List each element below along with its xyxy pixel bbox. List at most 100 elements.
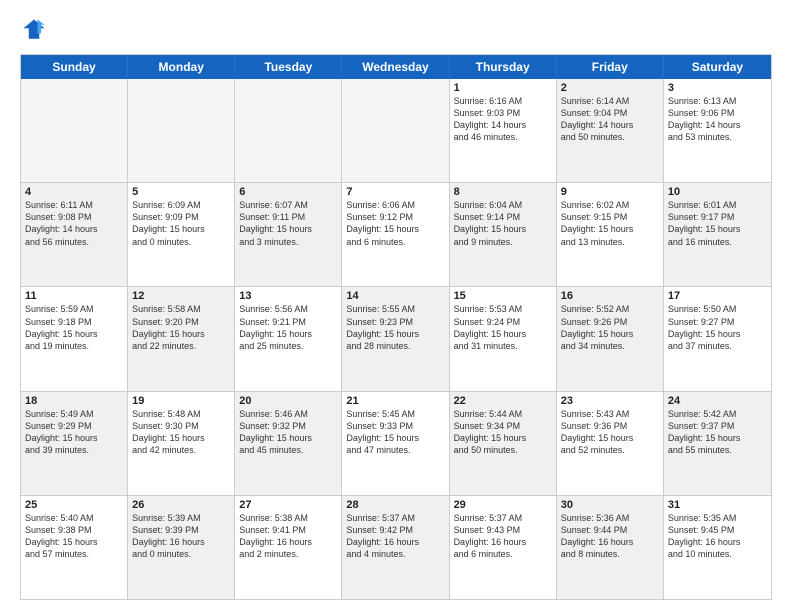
- day-info: Sunrise: 5:56 AM Sunset: 9:21 PM Dayligh…: [239, 303, 337, 352]
- day-cell-12: 12Sunrise: 5:58 AM Sunset: 9:20 PM Dayli…: [128, 287, 235, 390]
- weekday-header-tuesday: Tuesday: [235, 55, 342, 79]
- day-cell-27: 27Sunrise: 5:38 AM Sunset: 9:41 PM Dayli…: [235, 496, 342, 599]
- calendar-row-4: 18Sunrise: 5:49 AM Sunset: 9:29 PM Dayli…: [21, 391, 771, 495]
- day-cell-20: 20Sunrise: 5:46 AM Sunset: 9:32 PM Dayli…: [235, 392, 342, 495]
- day-cell-8: 8Sunrise: 6:04 AM Sunset: 9:14 PM Daylig…: [450, 183, 557, 286]
- day-cell-2: 2Sunrise: 6:14 AM Sunset: 9:04 PM Daylig…: [557, 79, 664, 182]
- day-cell-15: 15Sunrise: 5:53 AM Sunset: 9:24 PM Dayli…: [450, 287, 557, 390]
- day-cell-3: 3Sunrise: 6:13 AM Sunset: 9:06 PM Daylig…: [664, 79, 771, 182]
- day-number: 28: [346, 499, 444, 511]
- day-number: 11: [25, 290, 123, 302]
- weekday-header-saturday: Saturday: [664, 55, 771, 79]
- day-cell-7: 7Sunrise: 6:06 AM Sunset: 9:12 PM Daylig…: [342, 183, 449, 286]
- day-number: 12: [132, 290, 230, 302]
- day-info: Sunrise: 5:42 AM Sunset: 9:37 PM Dayligh…: [668, 408, 767, 457]
- weekday-header-friday: Friday: [557, 55, 664, 79]
- day-number: 31: [668, 499, 767, 511]
- empty-cell-0-1: [128, 79, 235, 182]
- day-info: Sunrise: 5:50 AM Sunset: 9:27 PM Dayligh…: [668, 303, 767, 352]
- page: SundayMondayTuesdayWednesdayThursdayFrid…: [0, 0, 792, 612]
- calendar-row-3: 11Sunrise: 5:59 AM Sunset: 9:18 PM Dayli…: [21, 286, 771, 390]
- day-cell-13: 13Sunrise: 5:56 AM Sunset: 9:21 PM Dayli…: [235, 287, 342, 390]
- weekday-header-sunday: Sunday: [21, 55, 128, 79]
- day-number: 27: [239, 499, 337, 511]
- day-cell-23: 23Sunrise: 5:43 AM Sunset: 9:36 PM Dayli…: [557, 392, 664, 495]
- day-cell-10: 10Sunrise: 6:01 AM Sunset: 9:17 PM Dayli…: [664, 183, 771, 286]
- day-info: Sunrise: 5:58 AM Sunset: 9:20 PM Dayligh…: [132, 303, 230, 352]
- day-info: Sunrise: 5:37 AM Sunset: 9:42 PM Dayligh…: [346, 512, 444, 561]
- day-number: 18: [25, 395, 123, 407]
- empty-cell-0-2: [235, 79, 342, 182]
- day-info: Sunrise: 5:45 AM Sunset: 9:33 PM Dayligh…: [346, 408, 444, 457]
- calendar-body: 1Sunrise: 6:16 AM Sunset: 9:03 PM Daylig…: [21, 79, 771, 599]
- day-number: 26: [132, 499, 230, 511]
- day-info: Sunrise: 5:46 AM Sunset: 9:32 PM Dayligh…: [239, 408, 337, 457]
- day-cell-24: 24Sunrise: 5:42 AM Sunset: 9:37 PM Dayli…: [664, 392, 771, 495]
- day-number: 19: [132, 395, 230, 407]
- day-info: Sunrise: 6:14 AM Sunset: 9:04 PM Dayligh…: [561, 95, 659, 144]
- day-cell-25: 25Sunrise: 5:40 AM Sunset: 9:38 PM Dayli…: [21, 496, 128, 599]
- day-number: 24: [668, 395, 767, 407]
- day-cell-18: 18Sunrise: 5:49 AM Sunset: 9:29 PM Dayli…: [21, 392, 128, 495]
- weekday-header-monday: Monday: [128, 55, 235, 79]
- header: [20, 16, 772, 44]
- day-info: Sunrise: 6:07 AM Sunset: 9:11 PM Dayligh…: [239, 199, 337, 248]
- calendar-row-5: 25Sunrise: 5:40 AM Sunset: 9:38 PM Dayli…: [21, 495, 771, 599]
- day-info: Sunrise: 6:02 AM Sunset: 9:15 PM Dayligh…: [561, 199, 659, 248]
- day-info: Sunrise: 5:44 AM Sunset: 9:34 PM Dayligh…: [454, 408, 552, 457]
- day-info: Sunrise: 6:11 AM Sunset: 9:08 PM Dayligh…: [25, 199, 123, 248]
- day-cell-22: 22Sunrise: 5:44 AM Sunset: 9:34 PM Dayli…: [450, 392, 557, 495]
- empty-cell-0-0: [21, 79, 128, 182]
- day-number: 21: [346, 395, 444, 407]
- day-info: Sunrise: 5:43 AM Sunset: 9:36 PM Dayligh…: [561, 408, 659, 457]
- day-info: Sunrise: 6:06 AM Sunset: 9:12 PM Dayligh…: [346, 199, 444, 248]
- day-cell-14: 14Sunrise: 5:55 AM Sunset: 9:23 PM Dayli…: [342, 287, 449, 390]
- logo-icon: [20, 16, 48, 44]
- empty-cell-0-3: [342, 79, 449, 182]
- day-number: 7: [346, 186, 444, 198]
- day-number: 1: [454, 82, 552, 94]
- day-cell-19: 19Sunrise: 5:48 AM Sunset: 9:30 PM Dayli…: [128, 392, 235, 495]
- day-number: 29: [454, 499, 552, 511]
- day-cell-11: 11Sunrise: 5:59 AM Sunset: 9:18 PM Dayli…: [21, 287, 128, 390]
- day-cell-1: 1Sunrise: 6:16 AM Sunset: 9:03 PM Daylig…: [450, 79, 557, 182]
- day-info: Sunrise: 5:40 AM Sunset: 9:38 PM Dayligh…: [25, 512, 123, 561]
- day-number: 4: [25, 186, 123, 198]
- calendar: SundayMondayTuesdayWednesdayThursdayFrid…: [20, 54, 772, 600]
- day-info: Sunrise: 5:59 AM Sunset: 9:18 PM Dayligh…: [25, 303, 123, 352]
- day-info: Sunrise: 5:49 AM Sunset: 9:29 PM Dayligh…: [25, 408, 123, 457]
- day-cell-9: 9Sunrise: 6:02 AM Sunset: 9:15 PM Daylig…: [557, 183, 664, 286]
- weekday-header-wednesday: Wednesday: [342, 55, 449, 79]
- day-number: 13: [239, 290, 337, 302]
- day-info: Sunrise: 6:09 AM Sunset: 9:09 PM Dayligh…: [132, 199, 230, 248]
- weekday-header-thursday: Thursday: [450, 55, 557, 79]
- day-cell-21: 21Sunrise: 5:45 AM Sunset: 9:33 PM Dayli…: [342, 392, 449, 495]
- day-number: 9: [561, 186, 659, 198]
- day-cell-17: 17Sunrise: 5:50 AM Sunset: 9:27 PM Dayli…: [664, 287, 771, 390]
- day-number: 10: [668, 186, 767, 198]
- calendar-header: SundayMondayTuesdayWednesdayThursdayFrid…: [21, 55, 771, 79]
- day-number: 5: [132, 186, 230, 198]
- day-number: 15: [454, 290, 552, 302]
- day-cell-6: 6Sunrise: 6:07 AM Sunset: 9:11 PM Daylig…: [235, 183, 342, 286]
- day-cell-5: 5Sunrise: 6:09 AM Sunset: 9:09 PM Daylig…: [128, 183, 235, 286]
- day-number: 16: [561, 290, 659, 302]
- day-info: Sunrise: 6:04 AM Sunset: 9:14 PM Dayligh…: [454, 199, 552, 248]
- day-cell-31: 31Sunrise: 5:35 AM Sunset: 9:45 PM Dayli…: [664, 496, 771, 599]
- day-info: Sunrise: 6:16 AM Sunset: 9:03 PM Dayligh…: [454, 95, 552, 144]
- day-info: Sunrise: 5:48 AM Sunset: 9:30 PM Dayligh…: [132, 408, 230, 457]
- day-number: 6: [239, 186, 337, 198]
- day-cell-28: 28Sunrise: 5:37 AM Sunset: 9:42 PM Dayli…: [342, 496, 449, 599]
- day-cell-26: 26Sunrise: 5:39 AM Sunset: 9:39 PM Dayli…: [128, 496, 235, 599]
- calendar-row-2: 4Sunrise: 6:11 AM Sunset: 9:08 PM Daylig…: [21, 182, 771, 286]
- day-cell-4: 4Sunrise: 6:11 AM Sunset: 9:08 PM Daylig…: [21, 183, 128, 286]
- day-number: 3: [668, 82, 767, 94]
- day-cell-29: 29Sunrise: 5:37 AM Sunset: 9:43 PM Dayli…: [450, 496, 557, 599]
- day-info: Sunrise: 5:39 AM Sunset: 9:39 PM Dayligh…: [132, 512, 230, 561]
- day-number: 17: [668, 290, 767, 302]
- day-info: Sunrise: 5:53 AM Sunset: 9:24 PM Dayligh…: [454, 303, 552, 352]
- day-info: Sunrise: 5:55 AM Sunset: 9:23 PM Dayligh…: [346, 303, 444, 352]
- day-info: Sunrise: 6:01 AM Sunset: 9:17 PM Dayligh…: [668, 199, 767, 248]
- logo: [20, 16, 52, 44]
- day-info: Sunrise: 5:38 AM Sunset: 9:41 PM Dayligh…: [239, 512, 337, 561]
